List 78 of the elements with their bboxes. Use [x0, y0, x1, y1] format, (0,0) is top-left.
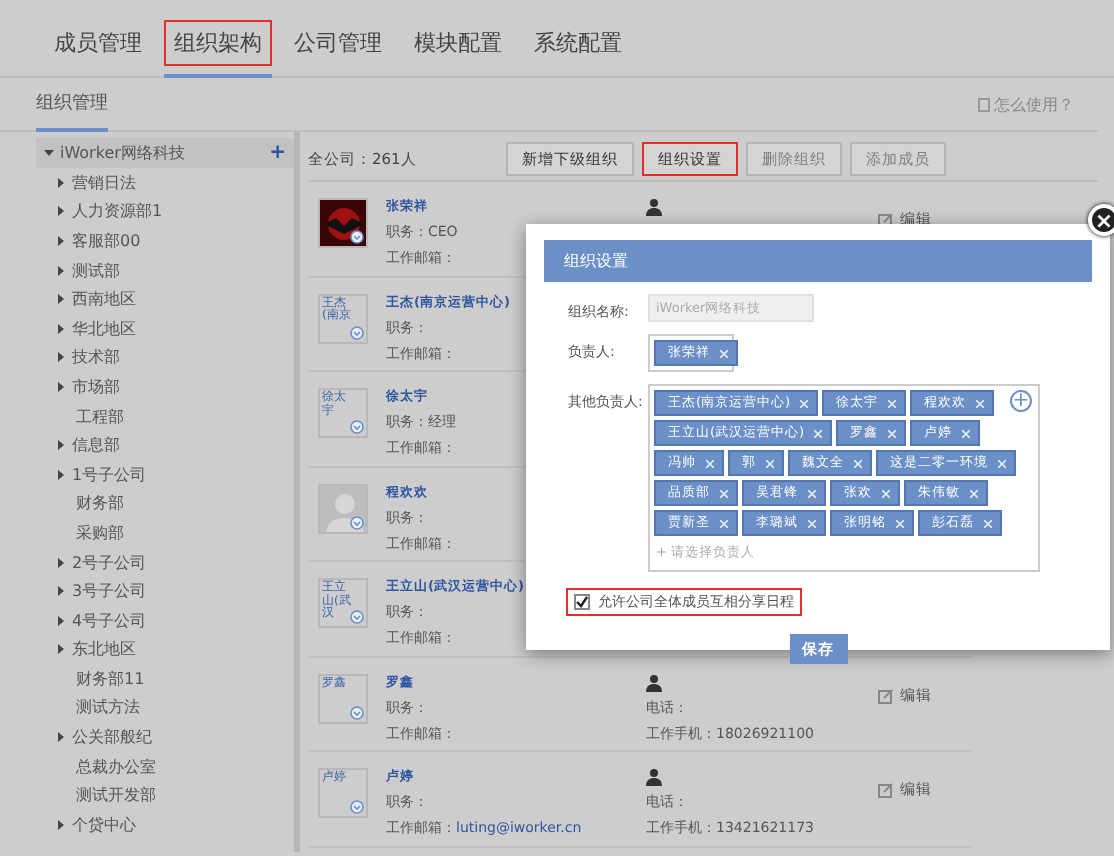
nav-tab[interactable]: 系统配置 — [524, 20, 632, 78]
tree-item[interactable]: 信息部 — [72, 434, 120, 457]
help-icon — [978, 97, 990, 111]
close-button[interactable]: × — [1088, 204, 1114, 236]
tree-item[interactable]: 客服部00 — [72, 229, 141, 252]
tree-item[interactable]: 1号子公司 — [72, 463, 147, 486]
caret-right-icon[interactable] — [56, 615, 66, 626]
tree-item[interactable]: 总裁办公室 — [76, 755, 156, 778]
caret-right-icon[interactable] — [56, 469, 66, 480]
remove-icon[interactable] — [766, 459, 774, 467]
remove-icon[interactable] — [970, 489, 978, 497]
edit-icon — [878, 687, 894, 703]
remove-icon[interactable] — [808, 519, 816, 527]
remove-icon[interactable] — [984, 519, 992, 527]
tree-item[interactable]: 西南地区 — [72, 288, 136, 311]
remove-icon[interactable] — [888, 429, 897, 437]
remove-icon[interactable] — [808, 489, 816, 497]
caret-right-icon[interactable] — [56, 732, 66, 743]
dialog-title: 组织设置 — [544, 240, 1092, 282]
remove-icon[interactable] — [998, 459, 1006, 467]
remove-icon[interactable] — [720, 489, 728, 497]
tree-label: iWorker网络科技 — [60, 142, 185, 164]
nav-tab[interactable]: 公司管理 — [284, 20, 392, 78]
tree-item[interactable]: 测试方法 — [76, 696, 140, 719]
tree-item[interactable]: 公关部般纪 — [72, 726, 152, 749]
check-icon — [576, 596, 588, 608]
remove-icon[interactable] — [800, 399, 809, 407]
caret-right-icon[interactable] — [56, 294, 66, 305]
tree-item[interactable]: 财务部 — [76, 492, 124, 515]
caret-down-icon[interactable] — [44, 148, 54, 158]
tree-item[interactable]: 工程部 — [76, 405, 124, 428]
nav-tab[interactable]: 模块配置 — [404, 20, 512, 78]
tree-item[interactable]: 采购部 — [76, 521, 124, 544]
remove-icon[interactable] — [814, 429, 823, 437]
caret-right-icon[interactable] — [56, 557, 66, 568]
edit-icon — [878, 782, 894, 798]
caret-right-icon[interactable] — [56, 819, 66, 830]
remove-icon[interactable] — [854, 459, 862, 467]
tree-item[interactable]: 财务部11 — [76, 667, 145, 690]
tree-item[interactable]: 测试部 — [72, 259, 120, 282]
add-icon[interactable]: + — [1010, 390, 1032, 412]
remove-icon[interactable] — [888, 399, 897, 407]
remove-icon[interactable] — [720, 519, 728, 527]
remove-icon[interactable] — [976, 399, 985, 407]
add-icon[interactable]: + — [269, 142, 286, 164]
remove-icon[interactable] — [896, 519, 904, 527]
caret-right-icon[interactable] — [56, 265, 66, 276]
caret-right-icon[interactable] — [56, 586, 66, 597]
caret-right-icon[interactable] — [56, 440, 66, 451]
tree-item[interactable]: 人力资源部1 — [72, 200, 163, 223]
remove-icon[interactable] — [706, 459, 714, 467]
remove-icon[interactable] — [962, 429, 971, 437]
tree-item[interactable]: 市场部 — [72, 375, 120, 398]
caret-right-icon[interactable] — [56, 323, 66, 334]
tree-item[interactable]: 个贷中心 — [72, 813, 136, 836]
dropdown-icon[interactable] — [350, 230, 364, 244]
caret-right-icon[interactable] — [56, 177, 66, 188]
section-title: 组织管理 — [36, 77, 108, 131]
tree-item[interactable]: 华北地区 — [72, 317, 136, 340]
tree-root-item[interactable]: iWorker网络科技 + — [36, 138, 294, 168]
tree-item[interactable]: 4号子公司 — [72, 609, 147, 632]
tree-item[interactable]: 营销日法 — [72, 171, 136, 194]
caret-right-icon[interactable] — [56, 352, 66, 363]
caret-right-icon[interactable] — [56, 644, 66, 655]
remove-icon[interactable] — [720, 349, 728, 357]
remove-icon[interactable] — [882, 489, 890, 497]
tree-item[interactable]: 2号子公司 — [72, 551, 147, 574]
tree-item[interactable]: 东北地区 — [72, 638, 136, 661]
caret-right-icon[interactable] — [56, 381, 66, 392]
person-icon — [646, 673, 662, 691]
tree-item[interactable]: 测试开发部 — [76, 784, 156, 807]
nav-tab[interactable]: 成员管理 — [44, 20, 152, 78]
person-icon — [646, 768, 662, 786]
person-icon — [646, 198, 662, 216]
caret-right-icon[interactable] — [56, 206, 66, 217]
tree-item[interactable]: 3号子公司 — [72, 580, 147, 603]
tree-item[interactable]: 技术部 — [72, 346, 120, 369]
caret-right-icon[interactable] — [56, 235, 66, 246]
